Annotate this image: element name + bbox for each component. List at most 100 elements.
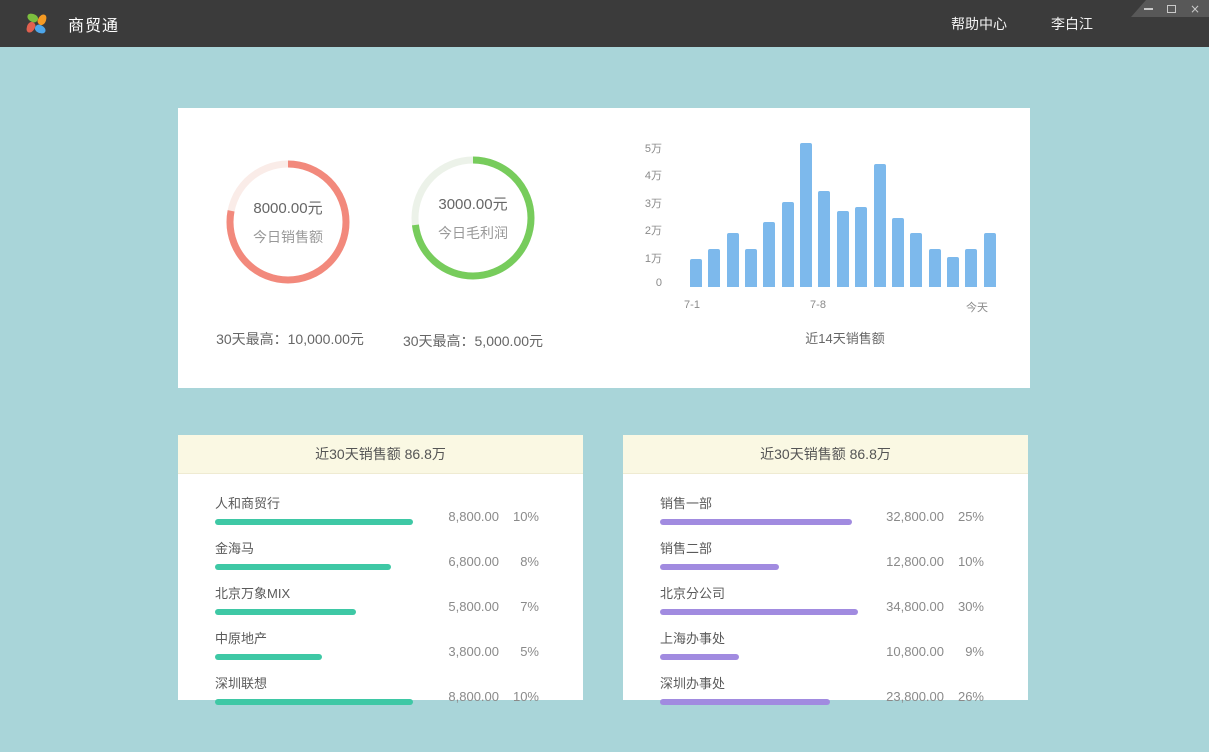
today-sales-label: 今日销售额 [253, 227, 323, 247]
rank-row-name: 金海马 [215, 538, 427, 557]
rank-row-percent: 8% [499, 554, 539, 569]
sales-bar [782, 202, 794, 287]
sales-bar [818, 191, 830, 287]
rank-row-value: 12,800.00 [872, 554, 944, 569]
rank-row-name: 深圳办事处 [660, 673, 872, 692]
rank-row-percent: 25% [944, 509, 984, 524]
sales-bar [800, 143, 812, 287]
today-profit-value: 3000.00元 [438, 193, 507, 214]
rank-row-name: 销售二部 [660, 538, 872, 557]
rank-row: 北京万象MIX5,800.007% [215, 583, 539, 615]
sales-bar [929, 249, 941, 287]
today-profit-donut-chart: 3000.00元 今日毛利润 [411, 156, 535, 280]
rank-row-value: 6,800.00 [427, 554, 499, 569]
rank-row-percent: 10% [944, 554, 984, 569]
rank-row-percent: 5% [499, 644, 539, 659]
rank-row-percent: 26% [944, 689, 984, 704]
sales-bar [892, 218, 904, 287]
rank-row-value: 34,800.00 [872, 599, 944, 614]
rank-row-progress-bar [215, 564, 391, 570]
app-title: 商贸通 [68, 12, 119, 36]
app-header: 商贸通 帮助中心 李白江 [0, 0, 1209, 47]
rank-row-percent: 9% [944, 644, 984, 659]
y-tick-label: 1万 [592, 250, 662, 266]
rank-row: 销售二部12,800.0010% [660, 538, 984, 570]
y-tick-label: 3万 [592, 195, 662, 211]
rank-row-name: 上海办事处 [660, 628, 872, 647]
y-tick-label: 5万 [592, 140, 662, 156]
rank-row-progress-bar [660, 519, 852, 525]
sales-bar [837, 211, 849, 287]
maximize-icon[interactable] [1167, 5, 1176, 13]
rank-row-name: 北京分公司 [660, 583, 872, 602]
rank-row-percent: 7% [499, 599, 539, 614]
help-center-link[interactable]: 帮助中心 [951, 14, 1007, 34]
rank-row: 深圳办事处23,800.0026% [660, 673, 984, 705]
summary-card: 8000.00元 今日销售额 30天最高：10,000.00元 3000.00元… [178, 108, 1030, 388]
sales-bar [874, 164, 886, 287]
rank-row-percent: 10% [499, 689, 539, 704]
y-tick-label: 2万 [592, 222, 662, 238]
rank-row: 上海办事处10,800.009% [660, 628, 984, 660]
rank-card-body: 人和商贸行8,800.0010%金海马6,800.008%北京万象MIX5,80… [178, 474, 583, 705]
rank-row-value: 5,800.00 [427, 599, 499, 614]
sales-bar [965, 249, 977, 287]
rank-row-name: 销售一部 [660, 493, 872, 512]
rank-row-value: 10,800.00 [872, 644, 944, 659]
today-sales-value: 8000.00元 [253, 197, 322, 218]
rank-row-name: 中原地产 [215, 628, 427, 647]
sales-bar [690, 259, 702, 287]
today-profit-30day-max: 30天最高：5,000.00元 [353, 331, 593, 351]
close-icon[interactable]: × [1190, 5, 1200, 13]
rank-row: 金海马6,800.008% [215, 538, 539, 570]
rank-row: 中原地产3,800.005% [215, 628, 539, 660]
y-tick-label: 0 [592, 277, 662, 289]
customer-sales-rank-card: 近30天销售额 86.8万 人和商贸行8,800.0010% 金海马6,800.0… [178, 435, 583, 700]
rank-row-progress-bar [215, 519, 413, 525]
rank-row-progress-bar [660, 564, 779, 570]
rank-row: 深圳联想8,800.0010% [215, 673, 539, 705]
sales-bar [855, 207, 867, 287]
department-sales-rank-card: 近30天销售额 86.8万 销售一部32,800.0025% 销售二部12,800… [623, 435, 1028, 700]
sales-bar [984, 233, 996, 287]
pinwheel-logo-icon [23, 10, 50, 37]
sales-bar [910, 233, 922, 287]
rank-row: 人和商贸行8,800.0010% [215, 493, 539, 525]
rank-row: 北京分公司34,800.0030% [660, 583, 984, 615]
rank-row-value: 3,800.00 [427, 644, 499, 659]
sales-bar [947, 257, 959, 287]
rank-row-name: 深圳联想 [215, 673, 427, 692]
sales-bar [708, 249, 720, 287]
x-tick-label: 7-8 [810, 299, 826, 311]
rank-row: 销售一部32,800.0025% [660, 493, 984, 525]
today-sales-donut-chart: 8000.00元 今日销售额 [226, 160, 350, 284]
rank-row-value: 32,800.00 [872, 509, 944, 524]
rank-row-progress-bar [660, 654, 739, 660]
today-profit-label: 今日毛利润 [438, 223, 508, 243]
bar-chart-bars [684, 144, 1002, 287]
rank-row-percent: 30% [944, 599, 984, 614]
rank-row-value: 8,800.00 [427, 509, 499, 524]
rank-row-progress-bar [215, 699, 413, 705]
rank-row-name: 人和商贸行 [215, 493, 427, 512]
rank-row-progress-bar [660, 609, 858, 615]
sales-bar [727, 233, 739, 287]
rank-card-body: 销售一部32,800.0025% 销售二部12,800.0010% 北京分公司34,… [623, 474, 1028, 705]
sales-bar [763, 222, 775, 287]
sales-bar [745, 249, 757, 287]
rank-card-title: 近30天销售额 86.8万 [623, 435, 1028, 474]
rank-row-progress-bar [215, 609, 356, 615]
user-name-link[interactable]: 李白江 [1051, 14, 1093, 34]
rank-row-name: 北京万象MIX [215, 583, 427, 602]
rank-row-value: 8,800.00 [427, 689, 499, 704]
rank-row-value: 23,800.00 [872, 689, 944, 704]
rank-card-title: 近30天销售额 86.8万 [178, 435, 583, 474]
minimize-icon[interactable] [1144, 8, 1153, 10]
rank-row-percent: 10% [499, 509, 539, 524]
x-tick-label: 今天 [966, 299, 988, 315]
bar-chart-title: 近14天销售额 [725, 328, 965, 347]
rank-row-progress-bar [660, 699, 830, 705]
y-tick-label: 4万 [592, 167, 662, 183]
rank-row-progress-bar [215, 654, 322, 660]
x-tick-label: 7-1 [684, 299, 700, 311]
